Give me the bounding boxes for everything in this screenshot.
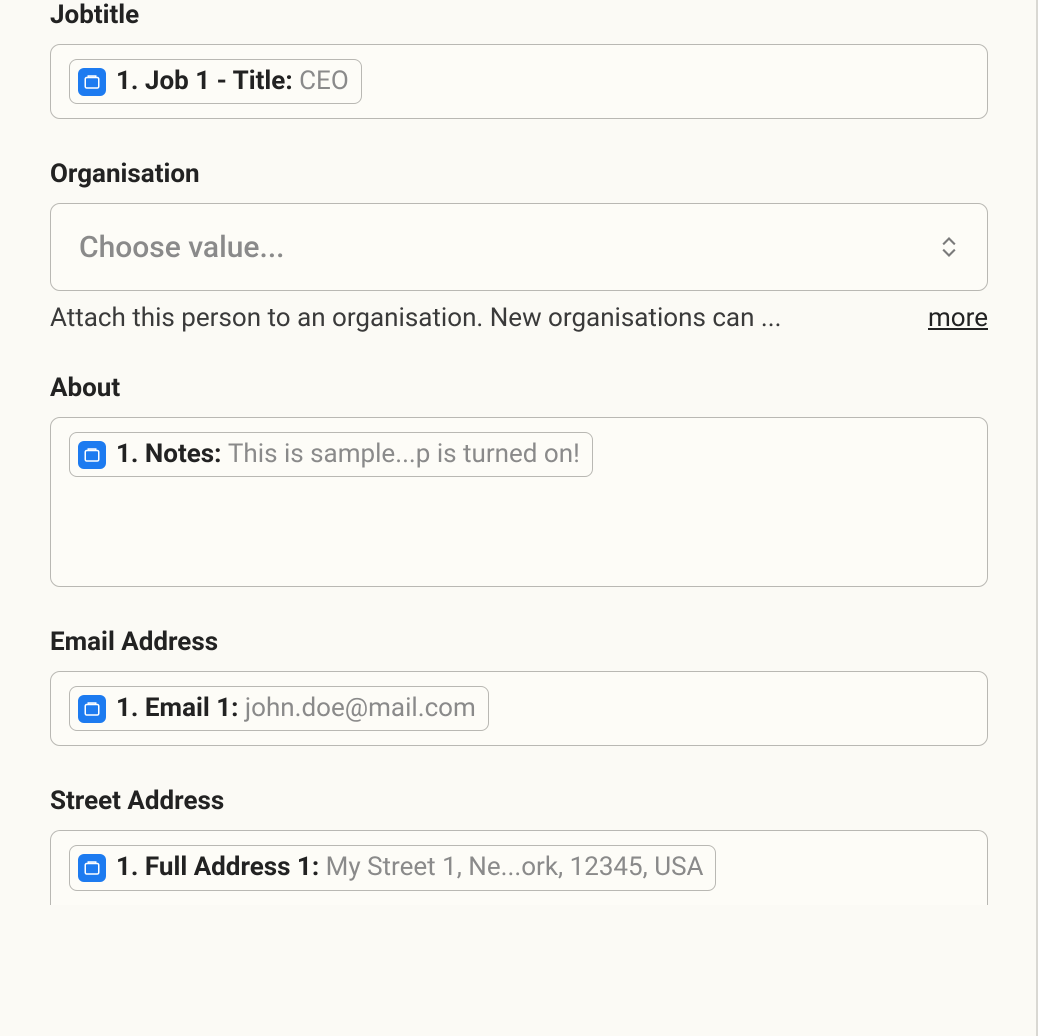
token-value: My Street 1, Ne...ork, 12345, USA (326, 852, 704, 882)
app-source-icon (78, 68, 106, 96)
email-token[interactable]: 1. Email 1: john.doe@mail.com (69, 686, 489, 731)
organisation-select[interactable]: Choose value... (50, 203, 988, 291)
about-input[interactable]: 1. Notes: This is sample...p is turned o… (50, 417, 988, 587)
token-label: 1. Email 1: (116, 693, 245, 723)
chevron-updown-icon (939, 235, 959, 259)
jobtitle-token[interactable]: 1. Job 1 - Title: CEO (69, 59, 362, 104)
token-label: 1. Notes: (116, 439, 228, 469)
street-field: Street Address 1. Full Address 1: My Str… (50, 786, 988, 904)
email-input[interactable]: 1. Email 1: john.doe@mail.com (50, 671, 988, 746)
app-source-icon (78, 854, 106, 882)
email-field: Email Address 1. Email 1: john.doe@mail.… (50, 627, 988, 746)
organisation-hint: Attach this person to an organisation. N… (50, 303, 904, 333)
jobtitle-label: Jobtitle (50, 0, 988, 30)
about-label: About (50, 373, 988, 403)
token-value: This is sample...p is turned on! (228, 439, 580, 469)
street-label: Street Address (50, 786, 988, 816)
street-input[interactable]: 1. Full Address 1: My Street 1, Ne...ork… (50, 830, 988, 904)
email-label: Email Address (50, 627, 988, 657)
token-value: john.doe@mail.com (245, 693, 476, 723)
app-source-icon (78, 441, 106, 469)
organisation-more-link[interactable]: more (928, 303, 988, 333)
organisation-hint-row: Attach this person to an organisation. N… (50, 303, 988, 333)
jobtitle-field: Jobtitle 1. Job 1 - Title: CEO (50, 0, 988, 119)
street-token[interactable]: 1. Full Address 1: My Street 1, Ne...ork… (69, 845, 716, 890)
app-source-icon (78, 695, 106, 723)
token-value: CEO (299, 66, 349, 96)
about-token[interactable]: 1. Notes: This is sample...p is turned o… (69, 432, 593, 477)
jobtitle-input[interactable]: 1. Job 1 - Title: CEO (50, 44, 988, 119)
about-field: About 1. Notes: This is sample...p is tu… (50, 373, 988, 587)
organisation-label: Organisation (50, 159, 988, 189)
organisation-field: Organisation Choose value... Attach this… (50, 159, 988, 333)
token-label: 1. Job 1 - Title: (116, 66, 299, 96)
token-label: 1. Full Address 1: (116, 852, 326, 882)
organisation-placeholder: Choose value... (79, 230, 285, 265)
